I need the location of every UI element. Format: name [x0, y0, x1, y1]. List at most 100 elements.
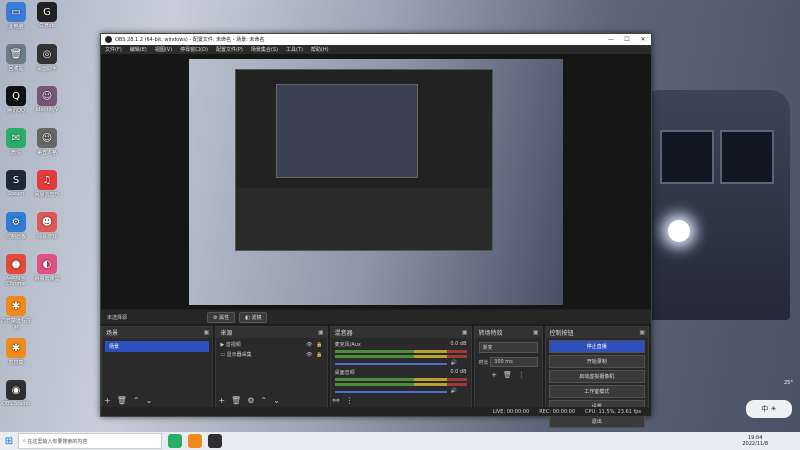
dock-undock-icon[interactable]: ▣	[462, 329, 468, 336]
add-icon[interactable]: +	[104, 396, 111, 405]
preview-canvas[interactable]	[101, 54, 651, 309]
studio-mode-button[interactable]: 工作室模式	[548, 385, 645, 398]
sunlogin-taskbar-icon[interactable]	[188, 434, 202, 448]
taskbar-search[interactable]: ⌕ 在这里输入你要搜索的内容	[18, 433, 162, 449]
more-icon[interactable]: ⋮	[518, 371, 525, 379]
maximize-button[interactable]: ☐	[619, 36, 635, 43]
stop-streaming-button[interactable]: 停止直播	[548, 340, 645, 353]
app-icon: ●	[6, 254, 26, 274]
lock-icon[interactable]: 🔒	[316, 342, 322, 348]
cpu-status: CPU: 11.5%, 23.61 fps	[585, 408, 641, 415]
transitions-title: 转场特效	[478, 330, 503, 337]
menu-file[interactable]: 文件(F)	[105, 46, 122, 53]
minimize-button[interactable]: —	[603, 36, 619, 43]
desktop-icon[interactable]: ☺ 第五人格	[32, 128, 62, 156]
dock-undock-icon[interactable]: ▣	[639, 329, 645, 336]
source-row[interactable]: ▭ 显示器采集 👁 🔒	[220, 351, 322, 359]
taskbar-clock[interactable]: 19:04 2022/11/8	[742, 435, 768, 447]
desktop-icon-label: 此电脑	[8, 24, 24, 30]
desktop-icon[interactable]: GG Hub	[32, 2, 62, 29]
delete-icon[interactable]: 🗑	[117, 396, 127, 405]
controls-header: 控制按钮 ▣	[545, 327, 648, 338]
duration-input[interactable]: 300 ms	[490, 357, 538, 367]
weather-widget[interactable]: 25°	[784, 380, 793, 386]
dock-undock-icon[interactable]: ▣	[318, 329, 324, 336]
desktop-icon[interactable]: S Steam	[1, 170, 31, 197]
desktop-icon[interactable]: ♫ 网易云音乐	[32, 170, 62, 198]
clock-date: 2022/11/8	[742, 441, 768, 447]
menu-view[interactable]: 视图(V)	[155, 46, 172, 53]
app-icon: G	[37, 2, 57, 22]
gear-icon[interactable]: ⚙	[247, 396, 254, 405]
filters-button[interactable]: ◧ 滤镜	[239, 311, 268, 323]
visibility-icon[interactable]: 👁	[306, 342, 312, 348]
source-row[interactable]: ▶ 音视频 👁 🔒	[220, 341, 322, 349]
search-placeholder: 在这里输入你要搜索的内容	[27, 438, 88, 445]
move-down-icon[interactable]: ⌄	[146, 396, 153, 405]
properties-label: 属性	[219, 314, 230, 321]
link-icon[interactable]: ⚯	[333, 396, 340, 405]
sources-title: 来源	[220, 330, 233, 337]
desktop-icon-label: Google Chrome	[6, 275, 26, 287]
desktop-icon[interactable]: ☻ 网易游戏	[32, 212, 62, 240]
menu-help[interactable]: 帮助(H)	[311, 46, 329, 53]
desktop-icon[interactable]: ⚙ 控制面板	[1, 212, 31, 240]
menu-profile[interactable]: 配置文件(P)	[216, 46, 243, 53]
desktop-icon[interactable]: ◎ 桌面助手	[32, 44, 62, 72]
menu-tools[interactable]: 工具(T)	[286, 46, 303, 53]
train-light	[668, 220, 690, 242]
more-icon[interactable]: ⋮	[345, 396, 353, 405]
delete-icon[interactable]: 🗑	[503, 371, 512, 379]
menu-docks[interactable]: 停靠窗口(D)	[180, 46, 208, 53]
virtual-camera-button[interactable]: 启动虚拟摄像机	[548, 370, 645, 383]
ime-indicator[interactable]: 中 ☀	[746, 400, 792, 418]
desktop-icon-label: 网易云课堂	[34, 276, 60, 282]
scene-item[interactable]: 场景	[105, 341, 210, 352]
docks-area: 场景 ▣ 场景 + 🗑 ⌃ ⌄ 来源 ▣ ▶ 音视频 👁 🔒 ▭ 显示器采集 👁 🔒	[101, 326, 651, 428]
move-up-icon[interactable]: ⌃	[133, 396, 140, 405]
train-window	[660, 130, 714, 184]
obs-taskbar-icon[interactable]	[208, 434, 222, 448]
move-up-icon[interactable]: ⌃	[260, 396, 267, 405]
add-icon[interactable]: +	[491, 371, 497, 379]
speaker-icon[interactable]: 🔊	[451, 388, 457, 394]
desktop-icon[interactable]: 🗑 回收站	[1, 44, 31, 72]
desktop-icon[interactable]: ✱ 向日葵	[1, 338, 31, 366]
speaker-icon[interactable]: 🔊	[451, 360, 457, 366]
move-down-icon[interactable]: ⌄	[273, 396, 280, 405]
desktop-icon[interactable]: ☺ IdentityV	[32, 86, 62, 113]
menu-edit[interactable]: 编辑(E)	[130, 46, 147, 53]
desktop-icon[interactable]: Q 腾讯QQ	[1, 86, 31, 114]
desktop-icon-label: 回收站	[8, 66, 24, 72]
dock-undock-icon[interactable]: ▣	[533, 329, 539, 336]
scenes-header: 场景 ▣	[102, 327, 213, 338]
start-recording-button[interactable]: 开始录制	[548, 355, 645, 368]
source-name: 显示器采集	[226, 352, 252, 358]
wechat-taskbar-icon[interactable]	[168, 434, 182, 448]
sources-dock: 来源 ▣ ▶ 音视频 👁 🔒 ▭ 显示器采集 👁 🔒 + 🗑 ⚙ ⌃ ⌄	[215, 326, 328, 408]
desktop-icon[interactable]: ✉ 微信	[1, 128, 31, 156]
volume-slider[interactable]	[334, 363, 447, 365]
add-icon[interactable]: +	[218, 396, 225, 405]
visibility-icon[interactable]: 👁	[306, 352, 312, 358]
volume-slider[interactable]	[334, 391, 447, 393]
dock-undock-icon[interactable]: ▣	[204, 329, 210, 336]
lock-icon[interactable]: 🔒	[316, 352, 322, 358]
desktop-icon[interactable]: ● Google Chrome	[1, 254, 31, 287]
menu-scene-collection[interactable]: 场景集合(S)	[251, 46, 278, 53]
rec-status: REC: 00:00:00	[539, 408, 576, 415]
transitions-dock: 转场特效 ▣ 渐变 时长 300 ms + 🗑 ⋮	[473, 326, 543, 408]
desktop-icon[interactable]: ▭ 此电脑	[1, 2, 31, 30]
window-title: OBS 28.1.2 (64-bit, windows) - 配置文件: 未命名…	[115, 37, 265, 43]
desktop-icon[interactable]: ◉ OBS Studio	[1, 380, 31, 407]
delete-icon[interactable]: 🗑	[231, 396, 241, 405]
desktop-icon[interactable]: ✱ 向日葵远程控制	[1, 296, 31, 331]
close-button[interactable]: ✕	[635, 36, 651, 43]
exit-button[interactable]: 退出	[548, 415, 645, 428]
scenes-dock: 场景 ▣ 场景 + 🗑 ⌃ ⌄	[101, 326, 214, 408]
windows-start-icon[interactable]: ⊞	[0, 436, 18, 447]
app-icon: ☺	[37, 86, 57, 106]
transition-select[interactable]: 渐变	[478, 342, 538, 353]
desktop-icon[interactable]: ◐ 网易云课堂	[32, 254, 62, 282]
properties-button[interactable]: ⚙ 属性	[207, 311, 236, 323]
